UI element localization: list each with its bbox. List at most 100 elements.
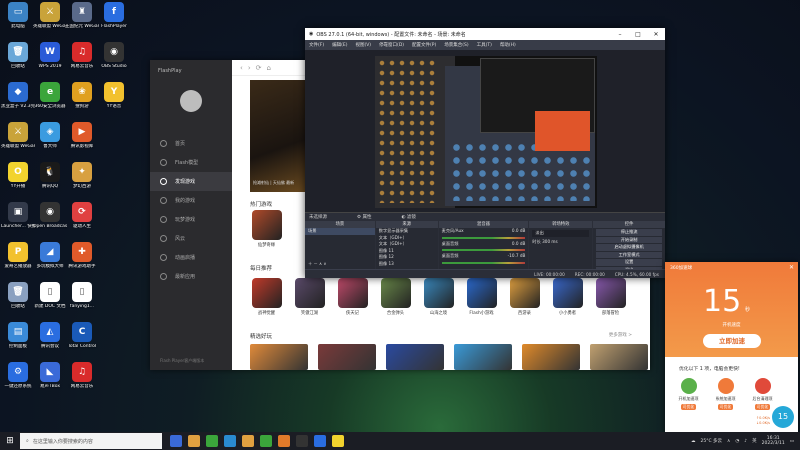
desktop-icon[interactable]: P 爱奇艺播放器 [2, 242, 34, 282]
desktop-icon[interactable]: Y YY语音 [98, 82, 130, 122]
maximize-icon[interactable]: □ [629, 31, 647, 38]
sidebar-item[interactable]: Flash模型 [150, 153, 232, 172]
featured-card[interactable] [250, 344, 308, 370]
banner-image[interactable]: 抢滩射仙 | 天仙佛 最新 [250, 80, 306, 192]
game-tile[interactable]: 侠天记 [336, 278, 369, 316]
filters-button[interactable]: ◐ 滤镜 [401, 214, 415, 220]
desktop-icon[interactable]: ◆ 黑亚盒子 V2.3完整 [1, 82, 35, 122]
sidebar-item[interactable]: 动画启播 [150, 248, 232, 267]
speedup-button[interactable]: 立即加速 [703, 334, 761, 348]
scene-toolbar[interactable]: ＋ － ∧ ∨ [305, 261, 330, 268]
desktop-icon[interactable]: ◭ 腾讯会议 [34, 322, 66, 362]
duration-field[interactable]: 300 ms [542, 239, 558, 244]
game-tile[interactable]: 山海之境 [422, 278, 455, 316]
desktop-icon[interactable]: ◣ 易声TBox [34, 362, 66, 402]
taskbar-app-icon[interactable] [170, 435, 182, 447]
desktop-icon[interactable]: e 360安全浏览器 [34, 82, 66, 122]
taskbar-app-icon[interactable] [242, 435, 254, 447]
sidebar-item[interactable]: 首页 [150, 134, 232, 153]
sidebar-item[interactable]: 我的游戏 [150, 191, 232, 210]
desktop-icon[interactable]: ◉ OBS Studio [98, 42, 130, 82]
desktop-icon[interactable]: ♫ 网易云音乐 [66, 42, 98, 82]
menu-item[interactable]: 编辑(E) [332, 42, 347, 48]
transition-select[interactable]: 淡出 [532, 230, 590, 237]
desktop-icon[interactable]: f FlashPlayer [98, 2, 130, 42]
game-tile[interactable]: 战神觉醒 [250, 278, 283, 316]
desktop-icon[interactable]: ▤ 控制面板 [2, 322, 34, 362]
game-tile[interactable]: Flash小游戏 [465, 278, 498, 316]
desktop-icon[interactable]: ✦ 梦幻西游 [66, 162, 98, 202]
minimize-icon[interactable]: – [611, 31, 629, 38]
desktop-icon[interactable]: ♫ 网易云音乐 [66, 362, 98, 402]
speed-ball[interactable]: 15 [772, 406, 794, 428]
volume-icon[interactable]: ♪ [744, 439, 747, 444]
ime-indicator[interactable]: 英 [752, 438, 757, 444]
featured-card[interactable] [454, 344, 512, 370]
taskbar-app-icon[interactable] [260, 435, 272, 447]
desktop-icon[interactable]: ◢ 多玩模拟大师 [34, 242, 66, 282]
menu-item[interactable]: 场景集合(S) [444, 42, 468, 48]
featured-card[interactable] [522, 344, 580, 370]
clock[interactable]: 16:31 2022/3/11 [762, 436, 785, 447]
taskbar-app-icon[interactable] [224, 435, 236, 447]
game-tile[interactable]: 仙梦奇缘 [250, 210, 283, 248]
optimize-item[interactable]: 系统加速项 可优化 [712, 378, 739, 410]
control-button[interactable]: 设置 [596, 259, 662, 266]
properties-button[interactable]: ⚙ 属性 [357, 214, 371, 220]
forward-icon[interactable]: › [248, 64, 251, 72]
desktop-icon[interactable]: ▭ 此电脑 [2, 2, 34, 42]
desktop-icon[interactable]: 🗑 回收站 [2, 282, 34, 322]
optimize-item[interactable]: 后台清理项 可优化 [749, 378, 776, 410]
windows-start-icon[interactable]: ⊞ [0, 432, 20, 450]
desktop-icon[interactable]: W WPS 2019 [34, 42, 66, 82]
taskbar-search[interactable]: ⌕ 在这里输入你要搜索的内容 [20, 433, 162, 449]
desktop-icon[interactable]: ✚ 腾讯游戏助手 [66, 242, 98, 282]
weather-text[interactable]: 25°C 多云 [700, 438, 722, 444]
menu-item[interactable]: 停靠窗口(D) [379, 42, 404, 48]
taskbar-app-icon[interactable] [206, 435, 218, 447]
back-icon[interactable]: ‹ [240, 64, 243, 72]
sidebar-item[interactable]: 玩梦游戏 [150, 210, 232, 229]
desktop-icon[interactable]: ▣ Launcher... 快捷方式 [1, 202, 35, 242]
taskbar-app-icon[interactable] [332, 435, 344, 447]
desktop-icon[interactable]: ◉ Open Broadcast... [33, 202, 67, 242]
desktop-icon[interactable]: ⚔ 英雄联盟 WeGame版 [1, 122, 35, 162]
desktop-icon[interactable]: O YY开播 [2, 162, 34, 202]
weather-icon[interactable]: ☁ [691, 439, 696, 444]
control-button[interactable]: 开始录制 [596, 236, 662, 243]
close-icon[interactable]: ✕ [647, 31, 665, 38]
menu-item[interactable]: 工具(T) [477, 42, 492, 48]
sidebar-item[interactable]: 最新应用 [150, 267, 232, 286]
desktop-icon[interactable]: ▯ 新建 DOC 文档 [34, 282, 66, 322]
desktop-icon[interactable]: 🗑 回收站 [2, 42, 34, 82]
game-tile[interactable]: 西游录 [508, 278, 541, 316]
control-button[interactable]: 启动虚拟摄像机 [596, 244, 662, 251]
desktop-icon[interactable]: ❀ 搜狗游 [66, 82, 98, 122]
control-button[interactable]: 停止推流 [596, 229, 662, 236]
game-tile[interactable]: 部落冒险 [594, 278, 627, 316]
taskbar-app-icon[interactable] [278, 435, 290, 447]
featured-card[interactable] [386, 344, 444, 370]
notification-icon[interactable]: ▭ [790, 439, 794, 444]
desktop-icon[interactable]: ⟳ 驱动人生 [66, 202, 98, 242]
network-icon[interactable]: ◔ [735, 439, 739, 444]
popup-close-icon[interactable]: ✕ [789, 264, 794, 271]
game-tile[interactable]: 合金弹头 [379, 278, 412, 316]
menu-item[interactable]: 帮助(H) [500, 42, 516, 48]
desktop-icon[interactable]: C Total Control [66, 322, 98, 362]
menu-item[interactable]: 视图(V) [355, 42, 371, 48]
menu-item[interactable]: 配置文件(P) [412, 42, 436, 48]
desktop-icon[interactable]: ♜ 王国纪元 WeGame版 [65, 2, 99, 42]
optimize-item[interactable]: 开机加速项 可优化 [675, 378, 702, 410]
game-tile[interactable]: 小小勇者 [551, 278, 584, 316]
tray-arrow-icon[interactable]: ∧ [727, 439, 730, 444]
home-icon[interactable]: ⌂ [267, 64, 271, 72]
taskbar-app-icon[interactable] [314, 435, 326, 447]
sidebar-item[interactable]: 发现游戏 [150, 172, 232, 191]
volume-meter[interactable] [441, 261, 526, 264]
desktop-icon[interactable]: ⚔ 英雄联盟 WeGame版 [33, 2, 67, 42]
featured-card[interactable] [318, 344, 376, 370]
desktop-icon[interactable]: ⚙ 一键还原系统 [2, 362, 34, 402]
volume-meter[interactable] [441, 236, 526, 239]
featured-card[interactable] [590, 344, 648, 370]
